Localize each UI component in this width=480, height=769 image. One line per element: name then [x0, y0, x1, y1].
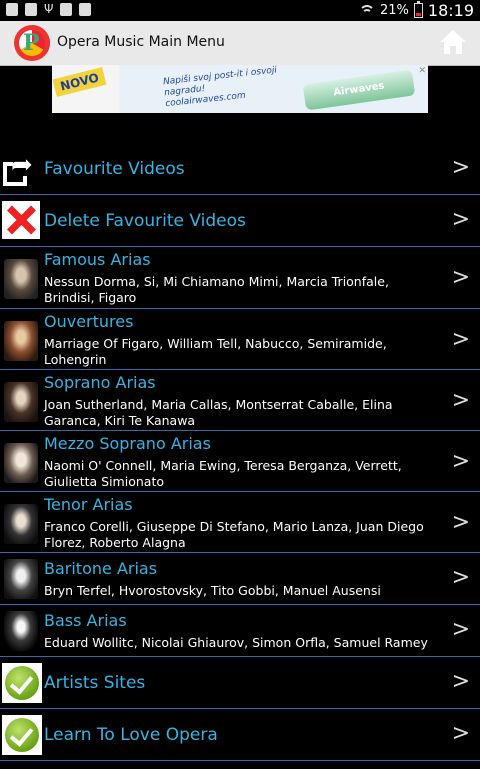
share-icon: ➦: [3, 152, 35, 186]
wifi-icon: [358, 4, 375, 18]
menu-item-subtitle: Bryn Terfel, Hvorostovsky, Tito Gobbi, M…: [44, 583, 381, 598]
ad-text: Napiši svoj post-it i osvoji nagradu! co…: [162, 65, 278, 110]
menu-item-artists-sites[interactable]: Artists Sites >: [0, 657, 480, 709]
checkmark-icon: [2, 715, 42, 755]
menu-item-tenor-arias[interactable]: Tenor Arias Franco Corelli, Giuseppe Di …: [0, 492, 480, 553]
main-menu-list: ➦ Favourite Videos > Delete Favourite Vi…: [0, 143, 480, 761]
app-logo-icon: [14, 25, 50, 61]
menu-item-title: Famous Arias: [44, 250, 151, 269]
page-title: Opera Music Main Menu: [57, 34, 225, 50]
menu-item-favourite-videos[interactable]: ➦ Favourite Videos >: [0, 143, 480, 195]
portrait-icon: [4, 382, 38, 422]
delete-icon: [2, 201, 40, 239]
photo-icon: [60, 3, 72, 16]
ad-product-image: Airwaves: [302, 69, 416, 111]
menu-item-subtitle: Eduard Wollitc, Nicolai Ghiaurov, Simon …: [44, 635, 428, 650]
home-icon[interactable]: [440, 30, 466, 54]
chevron-right-icon: >: [451, 721, 470, 746]
menu-item-title: Learn To Love Opera: [44, 725, 218, 745]
menu-item-bass-arias[interactable]: Bass Arias Eduard Wollitc, Nicolai Ghiau…: [0, 605, 480, 657]
menu-item-subtitle: Franco Corelli, Giuseppe Di Stefano, Mar…: [44, 519, 424, 550]
menu-item-famous-arias[interactable]: Famous Arias Nessun Dorma, Si, Mi Chiama…: [0, 247, 480, 309]
menu-item-title: Ouvertures: [44, 312, 134, 331]
menu-item-mezzo-soprano-arias[interactable]: Mezzo Soprano Arias Naomi O' Connell, Ma…: [0, 431, 480, 492]
chevron-right-icon: >: [451, 388, 470, 413]
menu-item-soprano-arias[interactable]: Soprano Arias Joan Sutherland, Maria Cal…: [0, 370, 480, 431]
portrait-icon: [4, 321, 38, 361]
menu-item-title: Baritone Arias: [44, 559, 158, 578]
battery-percent: 21%: [379, 3, 409, 18]
battery-icon: [413, 1, 423, 18]
chevron-right-icon: >: [451, 265, 470, 290]
portrait-icon: [4, 259, 38, 299]
chevron-right-icon: >: [451, 155, 470, 180]
menu-item-delete-favourite-videos[interactable]: Delete Favourite Videos >: [0, 195, 480, 247]
chevron-right-icon: >: [451, 617, 470, 642]
menu-item-subtitle: Marriage Of Figaro, William Tell, Nabucc…: [44, 336, 387, 367]
menu-item-learn-to-love-opera[interactable]: Learn To Love Opera >: [0, 709, 480, 761]
menu-item-title: Delete Favourite Videos: [44, 211, 246, 231]
usb-icon: Ψ: [44, 2, 54, 16]
ad-badge: NOVO: [52, 67, 107, 97]
menu-item-title: Artists Sites: [44, 673, 146, 693]
menu-item-title: Soprano Arias: [44, 373, 156, 392]
menu-item-title: Mezzo Soprano Arias: [44, 434, 211, 453]
clock: 18:19: [427, 1, 474, 20]
menu-item-title: Bass Arias: [44, 611, 127, 630]
checkmark-icon: [2, 663, 42, 703]
action-bar: Opera Music Main Menu: [0, 21, 480, 66]
menu-item-title: Favourite Videos: [44, 159, 185, 179]
portrait-icon: [4, 611, 38, 651]
facebook-icon: [6, 3, 18, 16]
photo-icon: [79, 3, 91, 16]
menu-item-ouvertures[interactable]: Ouvertures Marriage Of Figaro, William T…: [0, 309, 480, 370]
android-icon: [25, 3, 37, 16]
chevron-right-icon: >: [451, 327, 470, 352]
chevron-right-icon: >: [451, 510, 470, 535]
ad-banner[interactable]: NOVO Napiši svoj post-it i osvoji nagrad…: [52, 65, 428, 113]
menu-item-subtitle: Joan Sutherland, Maria Callas, Montserra…: [44, 397, 393, 428]
chevron-right-icon: >: [451, 565, 470, 590]
chevron-right-icon: >: [451, 207, 470, 232]
chevron-right-icon: >: [451, 449, 470, 474]
chevron-right-icon: >: [451, 669, 470, 694]
portrait-icon: [4, 443, 38, 483]
menu-item-subtitle: Naomi O' Connell, Maria Ewing, Teresa Be…: [44, 458, 402, 489]
portrait-icon: [4, 559, 38, 599]
ad-close-icon[interactable]: ✕: [418, 66, 426, 76]
menu-item-baritone-arias[interactable]: Baritone Arias Bryn Terfel, Hvorostovsky…: [0, 553, 480, 605]
menu-item-title: Tenor Arias: [44, 495, 133, 514]
portrait-icon: [4, 504, 38, 544]
status-bar: Ψ 21% 18:19: [0, 0, 480, 21]
notification-icons: Ψ: [6, 3, 91, 16]
menu-item-subtitle: Nessun Dorma, Si, Mi Chiamano Mimi, Marc…: [44, 274, 389, 305]
